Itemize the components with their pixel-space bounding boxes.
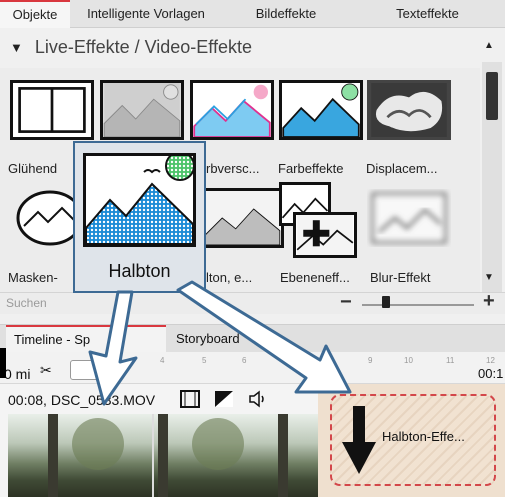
expand-triangle-icon[interactable]: ▼ (10, 40, 23, 55)
clip-icons (180, 390, 268, 408)
speaker-icon[interactable] (248, 390, 268, 408)
tab-texteffekte[interactable]: Texteffekte (350, 0, 505, 28)
playhead[interactable] (0, 348, 6, 378)
effect-tile-gluehend[interactable] (10, 80, 94, 140)
timeline-ruler[interactable]: 4 5 6 7 8 9 10 11 12 0 mi ✂ 00:1 (0, 352, 505, 384)
color-shift-mountain-icon (193, 83, 271, 137)
effect-tile-ebeneneffekte[interactable] (293, 212, 357, 258)
halftone-preview (83, 151, 196, 247)
color-mountain-icon (282, 83, 360, 137)
blur-icon (371, 192, 447, 244)
ruler-tick: 8 (326, 356, 331, 365)
layer-add-icon (296, 215, 354, 255)
timecode: 00:1 (478, 366, 504, 381)
effect-label-5: Masken- (8, 270, 58, 285)
ruler-tick: 7 (284, 356, 289, 365)
scrollbar-thumb[interactable] (486, 72, 498, 120)
arrow-down-icon (342, 406, 376, 474)
scroll-up-icon[interactable]: ▲ (484, 40, 494, 51)
ruler-tick: 11 (446, 356, 455, 365)
effect-tile-farbverschiebung[interactable] (190, 80, 274, 140)
effect-label-4: Displacem... (366, 161, 438, 176)
search-bar: Suchen − + (0, 290, 505, 314)
tab-intelligente-vorlagen[interactable]: Intelligente Vorlagen (70, 0, 222, 28)
effect-label-7: Ebeneneff... (280, 270, 350, 285)
clip-info: 00:08, DSC_0533.MOV (8, 392, 155, 408)
effect-tile-blur[interactable] (367, 188, 451, 248)
effect-label-8: Blur-Effekt (370, 270, 431, 285)
effect-label-1: Glühend (8, 161, 58, 176)
zoom-slider-track[interactable] (362, 304, 474, 306)
tab-bar: Objekte Intelligente Vorlagen Bildeffekt… (0, 0, 505, 28)
halftone-gray-icon (203, 191, 281, 245)
split-frame-icon (18, 87, 86, 133)
image-ab-icon[interactable] (214, 390, 234, 408)
ruler-tick: 5 (202, 356, 207, 365)
effect-label-2: rbversc... (206, 161, 260, 176)
effect-label-3: Farbeffekte (278, 161, 344, 176)
zoom-slider-handle[interactable] (382, 296, 390, 308)
section-title: Live-Effekte / Video-Effekte (34, 36, 253, 57)
scissors-icon[interactable]: ✂ (40, 362, 52, 379)
section-header[interactable]: ▼ Live-Effekte / Video-Effekte (0, 32, 505, 62)
effect-clip-label: Halbton-Effe... (382, 429, 465, 444)
effect-tile-relief[interactable] (100, 80, 184, 140)
clip-name: DSC_0533.MOV (50, 392, 156, 408)
zoom-out-button[interactable]: − (340, 291, 352, 314)
clip-time: 00:08, (8, 392, 47, 408)
effect-label-6: lton, e... (206, 270, 253, 285)
film-icon[interactable] (180, 390, 200, 408)
ruler-tick: 12 (486, 356, 495, 365)
effect-tile-displacement[interactable] (367, 80, 451, 140)
effect-tile-farbeffekte[interactable] (279, 80, 363, 140)
zoom-in-button[interactable]: + (483, 290, 495, 313)
ruler-marker-label: 0 mi (4, 366, 31, 382)
displacement-icon (371, 83, 447, 137)
halftone-mountain-icon (85, 151, 195, 245)
emboss-mountain-icon (103, 83, 181, 137)
ruler-tick: 6 (242, 356, 247, 365)
tab-bildeffekte[interactable]: Bildeffekte (222, 0, 350, 28)
tab-timeline[interactable]: Timeline - Sp (6, 325, 166, 353)
ruler-tick: 9 (368, 356, 373, 365)
ruler-tick: 10 (404, 356, 413, 365)
tab-objekte[interactable]: Objekte (0, 0, 70, 28)
timeline-tab-bar: Timeline - Sp Storyboard (0, 324, 505, 353)
popup-label: Halbton (108, 261, 171, 281)
app-window: Objekte Intelligente Vorlagen Bildeffekt… (0, 0, 505, 497)
ruler-tick: 4 (160, 356, 165, 365)
tab-storyboard[interactable]: Storyboard (176, 325, 266, 353)
scroll-down-icon[interactable]: ▼ (484, 272, 494, 283)
search-input[interactable]: Suchen (6, 296, 47, 310)
effect-tile-halbton-row[interactable] (200, 188, 284, 248)
marker-icon[interactable] (70, 360, 100, 380)
park-scene-image (48, 414, 288, 497)
video-thumbnail (8, 414, 318, 497)
drag-preview-popup[interactable]: Halbton (73, 141, 206, 293)
video-clip[interactable]: 00:08, DSC_0533.MOV (0, 384, 318, 497)
